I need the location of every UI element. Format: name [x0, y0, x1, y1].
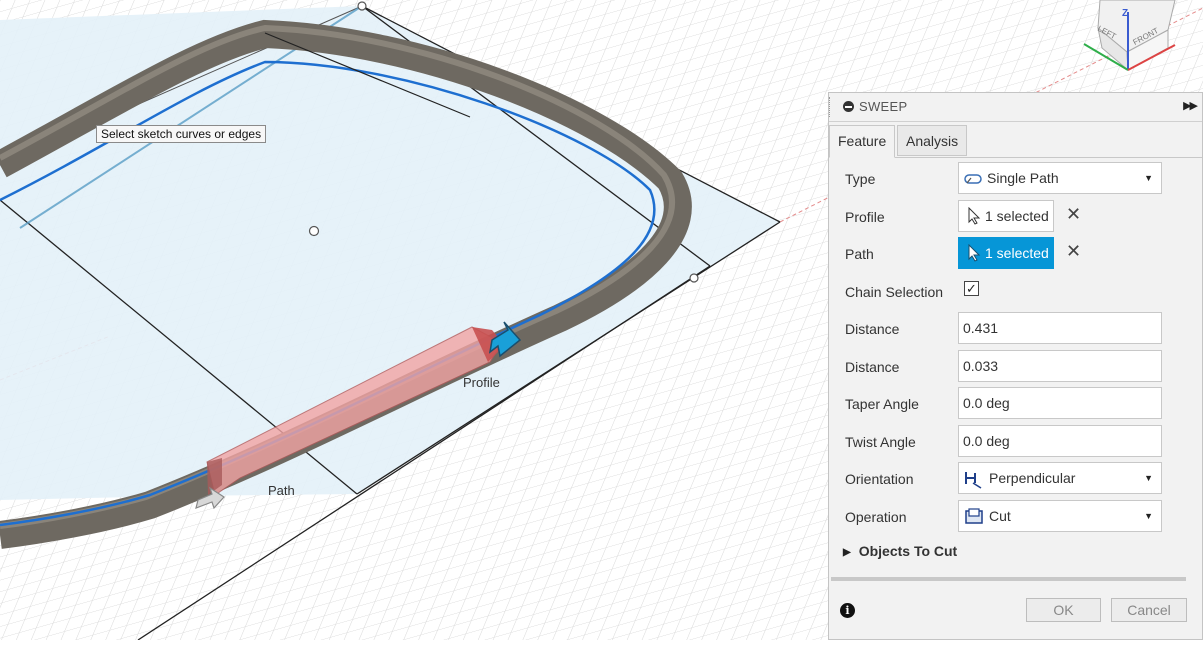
- chain-selection-checkbox[interactable]: ✓: [964, 281, 979, 296]
- clear-path-icon[interactable]: ✕: [1066, 241, 1081, 262]
- path-label: Path: [845, 246, 874, 262]
- distance-1-input[interactable]: 0.431: [958, 312, 1162, 344]
- chain-selection-label: Chain Selection: [845, 284, 944, 300]
- clear-profile-icon[interactable]: ✕: [1066, 204, 1081, 225]
- perpendicular-icon: [965, 472, 982, 489]
- profile-manipulator-label: Profile: [463, 375, 500, 390]
- type-value: Single Path: [987, 170, 1059, 186]
- operation-row: Operation Cut ▼: [829, 500, 1202, 534]
- expand-panel-icon[interactable]: ▶▶: [1183, 99, 1198, 112]
- selection-tooltip: Select sketch curves or edges: [96, 125, 267, 143]
- tab-feature[interactable]: Feature: [829, 125, 896, 158]
- distance-2-row: Distance 0.033: [829, 350, 1202, 384]
- path-manipulator-label: Path: [268, 483, 295, 498]
- type-label: Type: [845, 171, 876, 187]
- orientation-row: Orientation Perpendicular ▼: [829, 462, 1202, 496]
- drag-handle[interactable]: [829, 97, 834, 117]
- cut-operation-icon: [965, 508, 983, 525]
- type-row: Type Single Path ▼: [829, 162, 1202, 196]
- path-value: 1 selected: [985, 245, 1049, 261]
- cancel-button[interactable]: Cancel: [1111, 598, 1187, 622]
- sweep-panel[interactable]: SWEEP ▶▶ Feature Analysis Type Single Pa…: [828, 92, 1203, 640]
- orientation-label: Orientation: [845, 471, 914, 487]
- twist-angle-label: Twist Angle: [845, 434, 916, 450]
- stop-icon: [843, 101, 854, 112]
- distance-2-input[interactable]: 0.033: [958, 350, 1162, 382]
- panel-header[interactable]: SWEEP ▶▶: [829, 93, 1202, 122]
- cursor-arrow-icon: [968, 244, 981, 262]
- panel-tabs: Feature Analysis: [829, 125, 1202, 158]
- profile-select-button[interactable]: 1 selected: [958, 200, 1054, 232]
- info-icon[interactable]: i: [840, 603, 855, 618]
- orientation-value: Perpendicular: [989, 470, 1076, 486]
- chevron-down-icon: ▼: [1144, 473, 1153, 483]
- panel-divider: [831, 577, 1186, 581]
- panel-title: SWEEP: [859, 99, 908, 114]
- ok-button[interactable]: OK: [1026, 598, 1101, 622]
- objects-to-cut-section[interactable]: ▶ Objects To Cut: [843, 543, 957, 559]
- chain-selection-row: Chain Selection ✓: [829, 275, 1202, 309]
- expand-arrow-icon: ▶: [843, 547, 851, 558]
- tab-analysis[interactable]: Analysis: [897, 125, 968, 156]
- taper-angle-input[interactable]: 0.0 deg: [958, 387, 1162, 419]
- profile-label: Profile: [845, 209, 885, 225]
- operation-dropdown[interactable]: Cut ▼: [958, 500, 1162, 532]
- viewcube-z-label: Z: [1122, 8, 1129, 19]
- distance-1-row: Distance 0.431: [829, 312, 1202, 346]
- taper-angle-label: Taper Angle: [845, 396, 919, 412]
- operation-label: Operation: [845, 509, 907, 525]
- profile-row: Profile 1 selected ✕: [829, 200, 1202, 234]
- chevron-down-icon: ▼: [1144, 511, 1153, 521]
- chevron-down-icon: ▼: [1144, 173, 1153, 183]
- operation-value: Cut: [989, 508, 1011, 524]
- profile-value: 1 selected: [985, 208, 1049, 224]
- distance-1-label: Distance: [845, 321, 900, 337]
- distance-2-label: Distance: [845, 359, 900, 375]
- orientation-dropdown[interactable]: Perpendicular ▼: [958, 462, 1162, 494]
- path-select-button[interactable]: 1 selected: [958, 237, 1054, 269]
- type-dropdown[interactable]: Single Path ▼: [958, 162, 1162, 194]
- cursor-arrow-icon: [968, 207, 981, 225]
- twist-angle-input[interactable]: 0.0 deg: [958, 425, 1162, 457]
- taper-angle-row: Taper Angle 0.0 deg: [829, 387, 1202, 421]
- objects-to-cut-label: Objects To Cut: [858, 543, 958, 559]
- single-path-icon: [964, 174, 982, 185]
- twist-angle-row: Twist Angle 0.0 deg: [829, 425, 1202, 459]
- path-row: Path 1 selected ✕: [829, 237, 1202, 271]
